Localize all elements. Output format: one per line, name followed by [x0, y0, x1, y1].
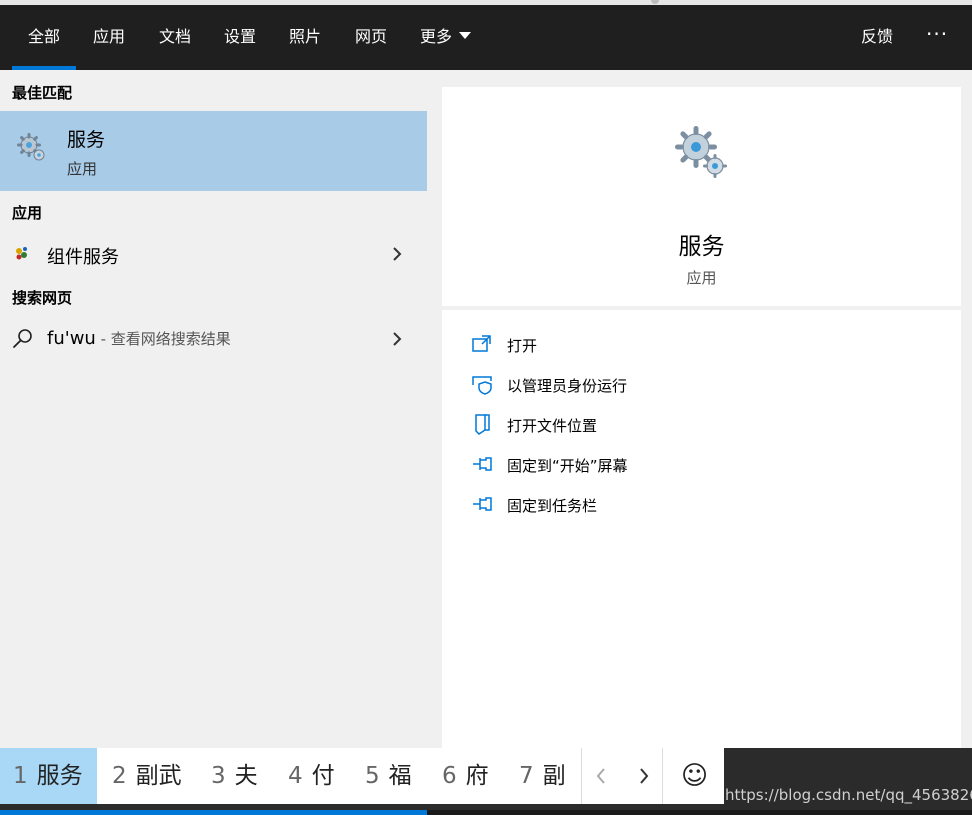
more-options-button[interactable]: ···	[926, 5, 948, 70]
ime-candidate-number: 4	[288, 763, 303, 789]
ime-candidate[interactable]: 2 副武	[112, 748, 182, 804]
action-open-file-location[interactable]: 打开文件位置	[442, 409, 961, 445]
action-run-as-admin-label: 以管理员身份运行	[507, 377, 628, 395]
pin-icon	[473, 497, 492, 511]
pin-icon	[473, 457, 492, 471]
tab-more-label: 更多	[420, 27, 453, 46]
preview-type: 应用	[686, 269, 717, 287]
ime-candidate-number: 1	[13, 763, 28, 789]
ime-candidate-bar: 1 服务 2 副武 3夫 4付 5福 6府 7副 ☺	[0, 748, 724, 804]
web-search-query: fu'wu	[47, 328, 96, 349]
gears-icon	[675, 126, 727, 178]
preview-card: 服务 应用	[442, 87, 961, 306]
chevron-down-icon	[459, 32, 472, 39]
preview-title: 服务	[678, 234, 725, 260]
action-open[interactable]: 打开	[442, 329, 961, 365]
ime-candidate-text: 夫	[234, 763, 258, 789]
ime-candidate-number: 5	[365, 763, 380, 789]
web-search-heading: 搜索网页	[12, 289, 73, 307]
ime-candidate-text: 副武	[135, 763, 182, 789]
watermark: https://blog.csdn.net/qq_45638264	[725, 786, 972, 804]
chevron-right-icon[interactable]	[390, 244, 404, 264]
best-match-type: 应用	[67, 160, 98, 178]
ime-candidate[interactable]: 3夫	[211, 748, 258, 804]
resize-handle	[651, 0, 659, 4]
action-run-as-admin[interactable]: 以管理员身份运行	[442, 369, 961, 405]
search-header: 全部 应用 文档 设置 照片 网页 更多 反馈 ···	[0, 5, 972, 70]
ime-candidate[interactable]: 1 服务	[0, 748, 97, 804]
app-result-label: 组件服务	[47, 247, 119, 268]
action-open-label: 打开	[507, 337, 538, 355]
search-icon	[13, 329, 32, 348]
action-pin-to-taskbar[interactable]: 固定到任务栏	[442, 489, 961, 525]
web-search-result[interactable]: fu'wu - 查看网络搜索结果	[0, 318, 427, 360]
tab-apps[interactable]: 应用	[93, 5, 125, 70]
ime-candidate[interactable]: 4付	[288, 748, 335, 804]
tab-documents[interactable]: 文档	[159, 5, 191, 70]
ime-candidate-text: 付	[311, 763, 335, 789]
results-panel: 最佳匹配 服务 应用 应用 组件服务 搜索网页 fu'wu - 查看网络搜索结果	[0, 70, 427, 748]
action-pin-to-taskbar-label: 固定到任务栏	[507, 497, 598, 515]
tab-all[interactable]: 全部	[11, 5, 77, 70]
gears-icon	[17, 133, 45, 161]
action-pin-to-start[interactable]: 固定到“开始”屏幕	[442, 449, 961, 485]
divider	[662, 748, 663, 804]
best-match-heading: 最佳匹配	[12, 84, 73, 102]
best-match-item[interactable]: 服务 应用	[0, 111, 427, 191]
tab-settings[interactable]: 设置	[224, 5, 256, 70]
ime-candidate-number: 3	[211, 763, 226, 789]
preview-panel: 服务 应用 打开 以管理员身份运行 打开文件位置 固定到“开始”屏幕 固定到任务…	[427, 70, 972, 748]
ime-candidate-number: 6	[442, 763, 457, 789]
ime-candidate-number: 2	[112, 763, 127, 789]
web-search-suffix: - 查看网络搜索结果	[95, 330, 231, 348]
open-icon	[472, 335, 491, 352]
web-search-label: fu'wu - 查看网络搜索结果	[47, 328, 231, 349]
ime-candidate[interactable]: 6府	[442, 748, 489, 804]
ime-candidate-text: 副	[542, 763, 566, 789]
file-location-icon	[475, 414, 490, 435]
ime-candidate[interactable]: 7副	[519, 748, 566, 804]
emoji-button[interactable]: ☺	[681, 748, 708, 804]
feedback-button[interactable]: 反馈	[861, 5, 893, 70]
taskbar-accent	[0, 810, 427, 815]
app-result-component-services[interactable]: 组件服务	[0, 233, 427, 275]
action-open-file-location-label: 打开文件位置	[507, 417, 598, 435]
component-services-icon	[16, 247, 27, 260]
chevron-left-icon[interactable]	[581, 748, 621, 804]
action-pin-to-start-label: 固定到“开始”屏幕	[507, 457, 628, 475]
tab-photos[interactable]: 照片	[289, 5, 321, 70]
tab-web[interactable]: 网页	[355, 5, 387, 70]
chevron-right-icon[interactable]	[390, 329, 404, 349]
taskbar-edge	[427, 810, 972, 815]
admin-shield-icon	[472, 376, 492, 395]
chevron-right-icon[interactable]	[624, 748, 664, 804]
apps-heading: 应用	[12, 204, 43, 222]
preview-actions: 打开 以管理员身份运行 打开文件位置 固定到“开始”屏幕 固定到任务栏	[442, 310, 961, 748]
ime-candidate-text: 服务	[36, 763, 83, 789]
ime-candidate-text: 府	[465, 763, 489, 789]
best-match-name: 服务	[67, 129, 106, 151]
ime-candidate-text: 福	[388, 763, 412, 789]
tab-more[interactable]: 更多	[420, 5, 472, 70]
ime-candidate[interactable]: 5福	[365, 748, 412, 804]
ime-candidate-number: 7	[519, 763, 534, 789]
